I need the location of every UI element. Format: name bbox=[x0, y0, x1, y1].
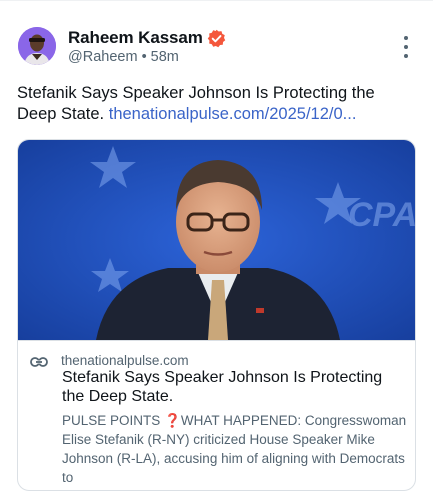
separator-dot: • bbox=[141, 49, 147, 65]
verified-badge-icon bbox=[207, 29, 226, 48]
more-vertical-icon bbox=[404, 36, 408, 40]
card-domain[interactable]: thenationalpulse.com bbox=[61, 353, 189, 368]
link-icon bbox=[30, 355, 48, 367]
handle-row: @Raheem • 58m bbox=[68, 49, 179, 65]
card-image[interactable]: CPAC bbox=[18, 140, 416, 340]
post-link[interactable]: thenationalpulse.com/2025/12/0... bbox=[109, 105, 357, 123]
post-header: Raheem Kassam @Raheem • 58m bbox=[18, 27, 415, 65]
backdrop-cpac-text: CPAC bbox=[348, 196, 416, 234]
post-text: Stefanik Says Speaker Johnson Is Protect… bbox=[17, 83, 417, 125]
card-title[interactable]: Stefanik Says Speaker Johnson Is Protect… bbox=[62, 368, 407, 406]
top-divider bbox=[0, 0, 433, 1]
more-options-button[interactable] bbox=[403, 36, 409, 58]
author-name[interactable]: Raheem Kassam bbox=[68, 28, 203, 48]
author-handle[interactable]: @Raheem bbox=[68, 49, 138, 65]
link-preview-card[interactable]: CPAC bbox=[17, 139, 416, 491]
card-desc-prefix: PULSE POINTS bbox=[62, 413, 165, 428]
card-body: thenationalpulse.com Stefanik Says Speak… bbox=[18, 340, 415, 490]
card-domain-row: thenationalpulse.com bbox=[30, 353, 189, 368]
post-time[interactable]: 58m bbox=[151, 49, 179, 65]
author-avatar[interactable] bbox=[18, 27, 56, 65]
question-mark-icon: ❓ bbox=[164, 413, 181, 428]
name-row: Raheem Kassam bbox=[68, 28, 226, 48]
card-description: PULSE POINTS ❓WHAT HAPPENED: Congresswom… bbox=[62, 411, 407, 487]
